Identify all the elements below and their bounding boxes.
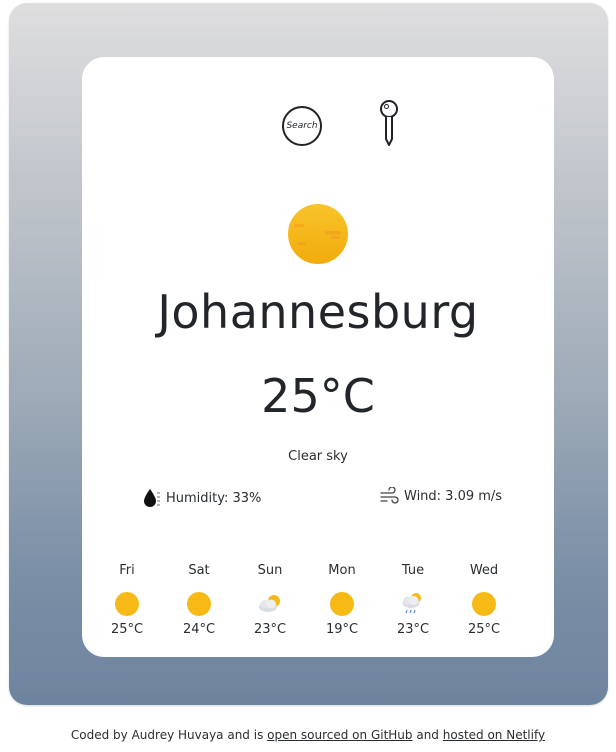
forecast-day-temp: 25°C (110, 622, 144, 637)
cloud-rain-sun-icon (402, 593, 421, 614)
app-frame: Search Johannesburg 25°C Clear sky Humid… (9, 3, 608, 705)
wind-icon (380, 487, 399, 504)
partly-cloudy-icon (259, 595, 280, 612)
forecast-day-temp: 25°C (467, 622, 501, 637)
forecast-day: Sun 23°C (240, 562, 300, 637)
humidity-label: Humidity: 33% (166, 490, 262, 506)
netlify-link[interactable]: hosted on Netlify (443, 728, 545, 742)
sun-icon (472, 592, 496, 616)
humidity-stat: Humidity: 33% (142, 487, 261, 509)
forecast-day: Mon 19°C (312, 562, 372, 637)
forecast-day: Wed 25°C (454, 562, 514, 637)
footer: Coded by Audrey Huvaya and is open sourc… (0, 728, 616, 742)
clear-sky-sun-icon (288, 204, 348, 264)
sun-icon (187, 592, 211, 616)
sun-icon (115, 592, 139, 616)
wind-label: Wind: 3.09 m/s (404, 488, 503, 504)
forecast-day: Sat 24°C (169, 562, 229, 637)
forecast-day-name: Sat (188, 563, 210, 578)
forecast-day-temp: 24°C (182, 622, 216, 637)
current-location-button[interactable] (378, 99, 400, 147)
footer-prefix: Coded by Audrey Huvaya and is (70, 728, 268, 742)
sun-icon (330, 592, 354, 616)
forecast-day-name: Sun (257, 563, 283, 578)
github-link[interactable]: open sourced on GitHub (267, 728, 412, 742)
city-name: Johannesburg (157, 285, 479, 339)
wind-stat: Wind: 3.09 m/s (380, 487, 502, 505)
search-button-label: Search (286, 121, 318, 131)
search-button[interactable]: Search (282, 106, 322, 146)
footer-middle: and (412, 728, 443, 742)
forecast-day-name: Tue (401, 563, 425, 578)
weather-description: Clear sky (288, 449, 348, 464)
current-temperature: 25°C (261, 369, 375, 423)
humidity-drop-icon (144, 489, 160, 507)
forecast-day-name: Wed (469, 563, 499, 578)
forecast-day-temp: 23°C (396, 622, 430, 637)
forecast-day-name: Fri (119, 563, 135, 578)
forecast-day-temp: 23°C (253, 622, 287, 637)
forecast-row: Fri 25°C Sat 24°C Sun 23°C Mon 19°C Tue … (92, 562, 544, 647)
forecast-day: Fri 25°C (97, 562, 157, 637)
forecast-day-name: Mon (328, 563, 356, 578)
weather-card: Search Johannesburg 25°C Clear sky Humid… (82, 57, 554, 657)
map-pin-icon (380, 100, 398, 146)
forecast-day: Tue 23°C (383, 562, 443, 637)
forecast-day-temp: 19°C (325, 622, 359, 637)
